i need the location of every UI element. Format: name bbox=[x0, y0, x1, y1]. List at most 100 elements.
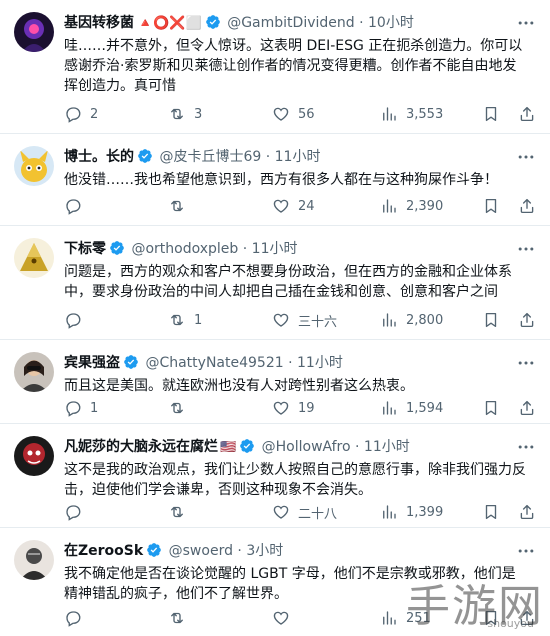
reply-button[interactable] bbox=[64, 196, 90, 216]
avatar[interactable] bbox=[14, 146, 54, 186]
tweet[interactable]: 凡妮莎的大脑永远在腐烂 🇺🇸 @HollowAfro · 11小时 这不是我的政治… bbox=[0, 424, 550, 528]
like-button[interactable]: 24 bbox=[272, 196, 315, 216]
like-button[interactable] bbox=[272, 608, 298, 628]
display-name[interactable]: 博士。长的 bbox=[64, 149, 134, 165]
reply-button[interactable] bbox=[64, 310, 90, 330]
timestamp[interactable]: 11小时 bbox=[275, 149, 321, 165]
views-button[interactable]: 1,594 bbox=[380, 398, 443, 418]
tweet-text: 他没错……我也希望他意识到，西方有很多人都在与这种狗屎作斗争！ bbox=[64, 172, 498, 188]
verified-badge-icon bbox=[239, 438, 255, 454]
verified-badge-icon bbox=[137, 148, 153, 164]
timestamp[interactable]: 11小时 bbox=[364, 439, 410, 455]
more-icon[interactable] bbox=[516, 437, 536, 457]
views-button[interactable]: 2,390 bbox=[380, 196, 443, 216]
reply-button[interactable]: 2 bbox=[64, 104, 98, 124]
avatar[interactable] bbox=[14, 352, 54, 392]
display-name[interactable]: 在ZerooSk bbox=[64, 543, 143, 559]
like-button[interactable]: 三十六 bbox=[272, 310, 337, 330]
retweet-icon bbox=[168, 311, 186, 329]
view-count: 2,800 bbox=[406, 312, 444, 328]
bookmark-button[interactable] bbox=[482, 196, 508, 216]
user-handle[interactable]: @orthodoxpleb bbox=[131, 241, 238, 257]
reply-icon bbox=[64, 503, 82, 521]
retweet-icon bbox=[168, 609, 186, 627]
more-icon[interactable] bbox=[516, 353, 536, 373]
user-handle[interactable]: @ChattyNate49521 bbox=[145, 355, 283, 371]
views-icon bbox=[380, 105, 398, 123]
views-button[interactable]: 3,553 bbox=[380, 104, 443, 124]
more-icon[interactable] bbox=[516, 239, 536, 259]
display-name[interactable]: 凡妮莎的大脑永远在腐烂 bbox=[64, 439, 218, 455]
display-name[interactable]: 宾果强盗 bbox=[64, 355, 120, 371]
reply-icon bbox=[64, 399, 82, 417]
reply-button[interactable] bbox=[64, 608, 90, 628]
retweet-button[interactable] bbox=[168, 196, 194, 216]
view-count: 1,399 bbox=[406, 504, 444, 520]
share-button[interactable] bbox=[518, 398, 544, 418]
avatar[interactable] bbox=[14, 238, 54, 278]
user-handle[interactable]: @swoerd bbox=[169, 543, 233, 559]
like-button[interactable]: 56 bbox=[272, 104, 315, 124]
share-button[interactable] bbox=[518, 196, 544, 216]
like-icon bbox=[272, 311, 290, 329]
bookmark-icon bbox=[482, 399, 500, 417]
retweet-button[interactable]: 1 bbox=[168, 310, 202, 330]
view-count: 3,553 bbox=[406, 106, 444, 122]
tweet-actions: 24 2,390 bbox=[64, 196, 536, 216]
flag-emoji: 🇺🇸 bbox=[220, 440, 237, 455]
share-button[interactable] bbox=[518, 104, 544, 124]
share-icon bbox=[518, 399, 536, 417]
watermark-sub: shouyou bbox=[487, 617, 534, 630]
like-icon bbox=[272, 197, 290, 215]
verified-badge-icon bbox=[123, 354, 139, 370]
avatar[interactable] bbox=[14, 436, 54, 476]
retweet-button[interactable]: 3 bbox=[168, 104, 202, 124]
reply-icon bbox=[64, 105, 82, 123]
bookmark-button[interactable] bbox=[482, 502, 508, 522]
retweet-button[interactable] bbox=[168, 608, 194, 628]
bookmark-button[interactable] bbox=[482, 398, 508, 418]
timestamp[interactable]: 11小时 bbox=[252, 241, 298, 257]
views-button[interactable]: 2,800 bbox=[380, 310, 443, 330]
verified-badge-icon bbox=[205, 14, 221, 30]
timestamp[interactable]: 3小时 bbox=[246, 543, 283, 559]
share-icon bbox=[518, 503, 536, 521]
avatar[interactable] bbox=[14, 540, 54, 580]
view-count: 1,594 bbox=[406, 400, 444, 416]
bookmark-button[interactable] bbox=[482, 104, 508, 124]
like-button[interactable]: 二十八 bbox=[272, 502, 337, 522]
reply-count: 2 bbox=[90, 106, 99, 122]
display-name[interactable]: 基因转移菌 bbox=[64, 15, 134, 31]
user-handle[interactable]: @GambitDividend bbox=[227, 15, 354, 31]
user-handle[interactable]: @皮卡丘博士69 bbox=[159, 149, 261, 165]
retweet-button[interactable] bbox=[168, 398, 194, 418]
bookmark-button[interactable] bbox=[482, 310, 508, 330]
more-icon[interactable] bbox=[516, 147, 536, 167]
tweet[interactable]: 下标零 @orthodoxpleb · 11小时 问题是，西方的观众和客户不想要… bbox=[0, 226, 550, 340]
timestamp[interactable]: 10小时 bbox=[368, 15, 414, 31]
display-name[interactable]: 下标零 bbox=[64, 241, 106, 257]
like-count: 19 bbox=[298, 400, 315, 416]
share-button[interactable] bbox=[518, 310, 544, 330]
like-button[interactable]: 19 bbox=[272, 398, 315, 418]
reply-icon bbox=[64, 197, 82, 215]
more-icon[interactable] bbox=[516, 13, 536, 33]
user-handle[interactable]: @HollowAfro bbox=[262, 439, 351, 455]
like-count: 三十六 bbox=[298, 314, 338, 330]
retweet-button[interactable] bbox=[168, 502, 194, 522]
share-button[interactable] bbox=[518, 502, 544, 522]
tweet[interactable]: 博士。长的 @皮卡丘博士69 · 11小时 他没错……我也希望他意识到，西方有很… bbox=[0, 134, 550, 226]
reply-button[interactable]: 1 bbox=[64, 398, 98, 418]
tweet[interactable]: 宾果强盗 @ChattyNate49521 · 11小时 而且这是美国。就连欧洲… bbox=[0, 340, 550, 424]
timestamp[interactable]: 11小时 bbox=[297, 355, 343, 371]
tweet-actions: 2 3 56 3,553 bbox=[64, 104, 536, 124]
tweet-header: 宾果强盗 @ChattyNate49521 · 11小时 bbox=[64, 353, 510, 373]
like-icon bbox=[272, 399, 290, 417]
separator-dot: · bbox=[359, 15, 364, 31]
views-button[interactable]: 1,399 bbox=[380, 502, 443, 522]
tweet[interactable]: 基因转移菌 🔺⭕❌⬜ @GambitDividend · 10小时 哇……并不意外… bbox=[0, 0, 550, 134]
avatar[interactable] bbox=[14, 12, 54, 52]
reply-button[interactable] bbox=[64, 502, 90, 522]
more-icon[interactable] bbox=[516, 541, 536, 561]
views-icon bbox=[380, 399, 398, 417]
